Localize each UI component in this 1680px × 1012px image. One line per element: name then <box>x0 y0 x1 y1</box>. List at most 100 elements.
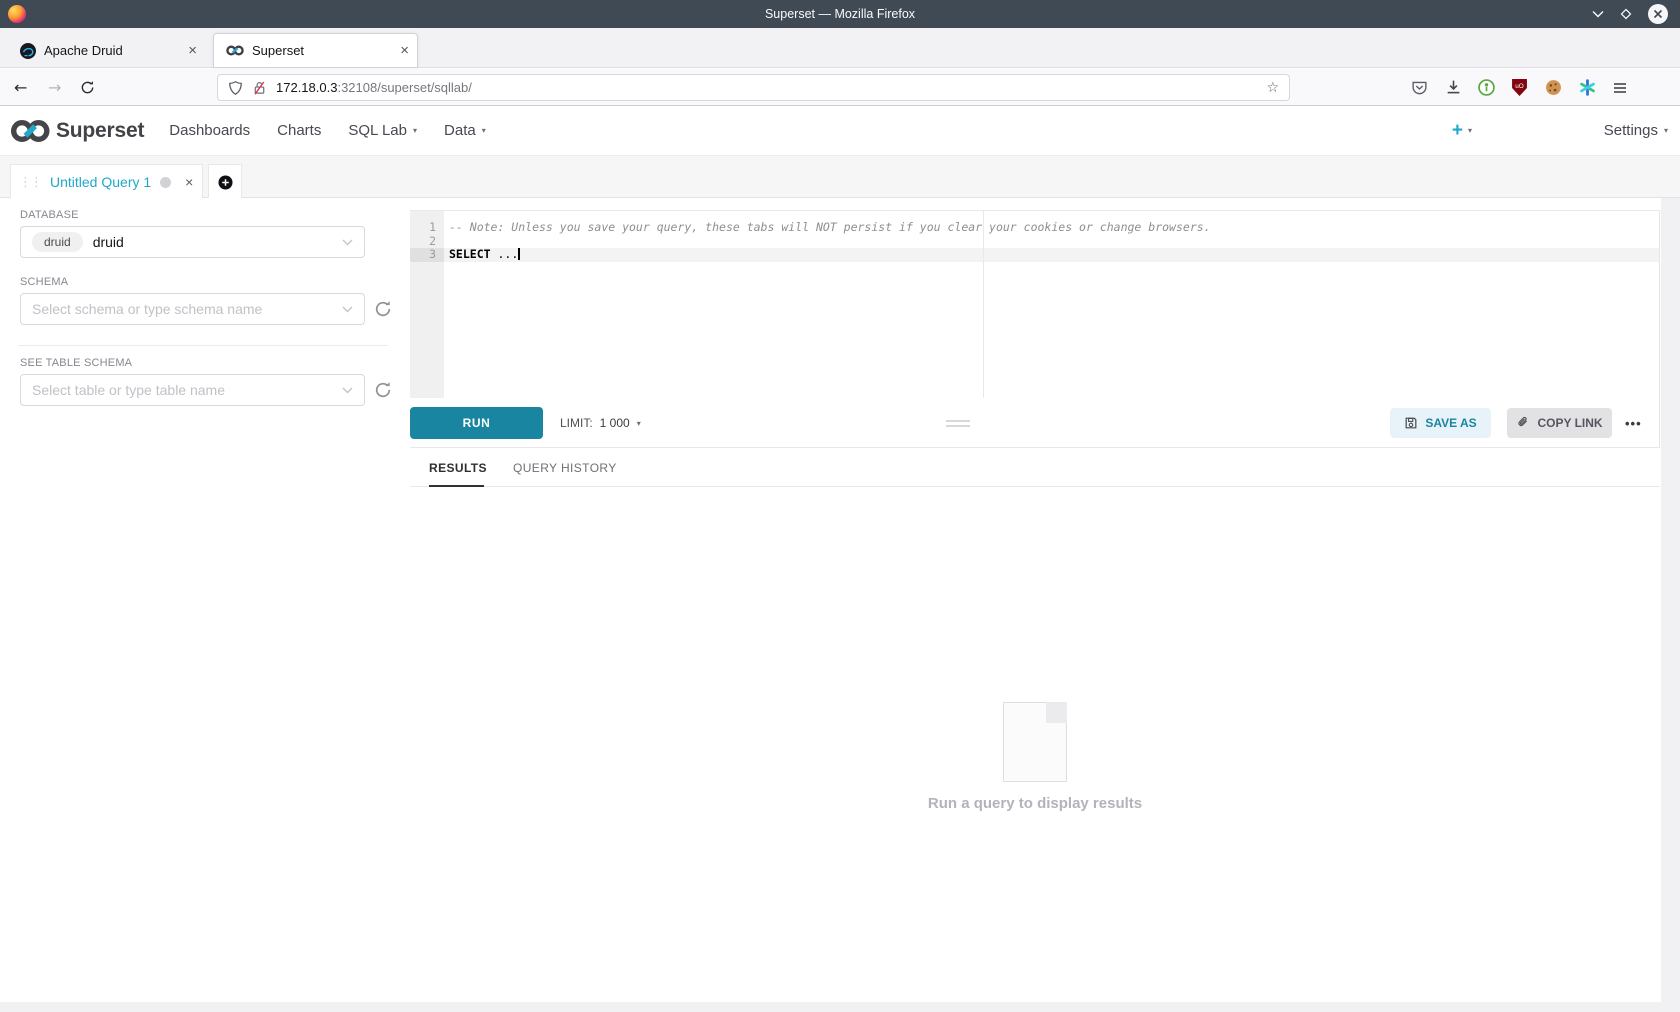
new-item-button[interactable]: + ▾ <box>1452 120 1472 142</box>
tab-results[interactable]: RESULTS <box>429 448 487 487</box>
insecure-lock-icon[interactable] <box>252 80 267 96</box>
forward-button[interactable]: → <box>48 69 61 106</box>
browser-tab-close-icon[interactable]: × <box>392 42 417 59</box>
query-tab-strip: ⋮⋮ Untitled Query 1 × <box>0 156 1680 198</box>
browser-tab-apache-druid[interactable]: Apache Druid × <box>10 33 205 68</box>
table-select-placeholder: Select table or type table name <box>32 382 225 398</box>
document-icon <box>1003 702 1067 782</box>
browser-tab-label: Apache Druid <box>44 43 180 58</box>
downloads-icon[interactable] <box>1445 69 1462 106</box>
plus-circle-icon <box>218 175 233 190</box>
tab-query-history[interactable]: QUERY HISTORY <box>513 448 617 487</box>
superset-brand-text[interactable]: Superset <box>56 119 144 143</box>
limit-value: 1 000 <box>600 416 630 430</box>
sqllab-sidebar: DATABASE druid druid SCHEMA Select schem… <box>0 198 404 1002</box>
chevron-down-icon <box>342 239 353 246</box>
save-icon <box>1404 416 1418 430</box>
extension-privacy-icon[interactable] <box>1478 69 1495 106</box>
line-number-active: 3 <box>410 248 444 262</box>
database-label: DATABASE <box>20 209 79 221</box>
database-select[interactable]: druid druid <box>20 226 365 258</box>
sqllab-main: 1 2 3 -- Note: Unless you save your quer… <box>410 198 1660 1002</box>
query-state-dot <box>160 177 171 188</box>
pocket-icon[interactable] <box>1411 69 1428 106</box>
drag-handle-icon[interactable]: ⋮⋮ <box>19 175 41 190</box>
browser-tab-close-icon[interactable]: × <box>180 42 205 59</box>
results-empty-state: Run a query to display results <box>410 702 1660 812</box>
chevron-down-icon: ▾ <box>1468 126 1472 135</box>
window-close-icon[interactable] <box>1648 4 1668 24</box>
window-minimize-icon[interactable] <box>1592 10 1604 18</box>
line-number: 1 <box>410 221 436 235</box>
empty-state-text: Run a query to display results <box>928 795 1142 812</box>
nav-item-sql-lab[interactable]: SQL Lab ▾ <box>348 122 417 139</box>
sql-text: ... <box>491 247 519 261</box>
sql-toolbar: RUN LIMIT: 1 000 ▾ SAVE AS COPY LINK ••• <box>410 398 1660 448</box>
extension-ublock-icon[interactable]: uO <box>1512 69 1527 106</box>
page-background-right <box>1661 198 1680 1012</box>
window-title: Superset — Mozilla Firefox <box>0 7 1680 21</box>
table-schema-label: SEE TABLE SCHEMA <box>20 357 132 369</box>
schema-select[interactable]: Select schema or type schema name <box>20 293 365 325</box>
copy-link-button[interactable]: COPY LINK <box>1507 408 1612 438</box>
chevron-down-icon: ▾ <box>482 126 486 135</box>
query-tab-close-icon[interactable]: × <box>185 174 193 190</box>
refresh-schemas-icon[interactable] <box>374 300 392 318</box>
pane-splitter-handle[interactable] <box>946 420 970 430</box>
nav-item-charts[interactable]: Charts <box>277 122 321 139</box>
sql-editor[interactable]: 1 2 3 -- Note: Unless you save your quer… <box>410 210 1660 398</box>
url-path: :32108/superset/sqllab/ <box>337 80 471 95</box>
menu-hamburger-icon[interactable] <box>1612 69 1628 106</box>
link-icon <box>1516 416 1530 430</box>
bookmark-star-icon[interactable]: ☆ <box>1266 80 1289 96</box>
database-type-pill: druid <box>32 232 83 252</box>
chevron-down-icon: ▾ <box>413 126 417 135</box>
schema-select-placeholder: Select schema or type schema name <box>32 301 262 317</box>
url-bar[interactable]: 172.18.0.3:32108/superset/sqllab/ ☆ <box>217 74 1290 101</box>
results-tab-bar: RESULTS QUERY HISTORY <box>410 448 1660 487</box>
nav-item-dashboards[interactable]: Dashboards <box>169 122 250 139</box>
browser-tab-label: Superset <box>252 43 392 58</box>
limit-dropdown[interactable]: LIMIT: 1 000 ▾ <box>560 398 641 448</box>
sql-comment-line: -- Note: Unless you save your query, the… <box>449 220 1211 234</box>
limit-label: LIMIT: <box>560 416 593 430</box>
nav-item-data[interactable]: Data ▾ <box>444 122 486 139</box>
window-maximize-icon[interactable] <box>1620 8 1632 20</box>
database-select-value: druid <box>93 234 124 250</box>
sql-keyword: SELECT <box>449 247 491 261</box>
chevron-down-icon: ▾ <box>1664 126 1668 135</box>
text-cursor <box>518 248 520 260</box>
reload-button[interactable] <box>80 69 95 106</box>
superset-logo-icon <box>10 117 51 145</box>
save-as-button[interactable]: SAVE AS <box>1390 408 1491 438</box>
svg-text:uO: uO <box>1515 83 1524 90</box>
query-tab-label: Untitled Query 1 <box>50 174 151 190</box>
extension-asterisk-icon[interactable] <box>1579 69 1596 106</box>
superset-navbar: Superset Dashboards Charts SQL Lab ▾ Dat… <box>0 106 1680 156</box>
superset-favicon-icon <box>226 44 244 57</box>
query-tab-untitled-1[interactable]: ⋮⋮ Untitled Query 1 × <box>10 164 203 199</box>
browser-tab-strip: Apache Druid × Superset × + <box>0 28 1680 68</box>
refresh-tables-icon[interactable] <box>374 381 392 399</box>
druid-favicon-icon <box>20 43 36 59</box>
chevron-down-icon <box>342 306 353 313</box>
run-button[interactable]: RUN <box>410 407 543 439</box>
back-button[interactable]: ← <box>14 69 27 106</box>
chevron-down-icon <box>342 387 353 394</box>
browser-tab-superset[interactable]: Superset × <box>213 33 418 68</box>
more-actions-button[interactable]: ••• <box>1625 398 1642 448</box>
table-select[interactable]: Select table or type table name <box>20 374 365 406</box>
settings-menu[interactable]: Settings ▾ <box>1604 122 1668 139</box>
add-query-tab-button[interactable] <box>208 164 242 199</box>
editor-gutter: 1 2 3 <box>410 211 444 398</box>
url-host: 172.18.0.3 <box>276 80 337 95</box>
active-tab-underline <box>429 485 484 487</box>
extension-cookie-icon[interactable] <box>1545 69 1562 106</box>
page-background-bottom <box>0 1002 1680 1012</box>
editor-code[interactable]: -- Note: Unless you save your query, the… <box>444 211 1659 398</box>
sidebar-divider <box>18 345 388 346</box>
tracking-shield-icon[interactable] <box>228 80 243 96</box>
window-titlebar: Superset — Mozilla Firefox <box>0 0 1680 28</box>
chevron-down-icon: ▾ <box>637 419 641 428</box>
browser-url-toolbar: ← → 172.18.0.3:32108/superset/sqllab/ ☆ … <box>0 69 1680 106</box>
